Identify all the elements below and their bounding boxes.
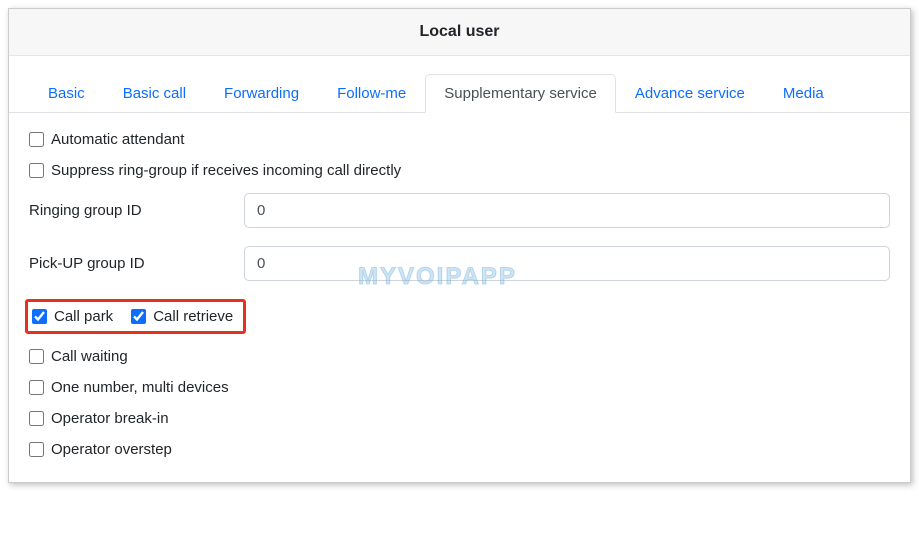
operator-break-in-checkbox[interactable] [29,411,44,426]
call-retrieve-label[interactable]: Call retrieve [153,308,233,325]
tab-forwarding[interactable]: Forwarding [205,74,318,113]
tab-supplementary-service[interactable]: Supplementary service [425,74,616,113]
tab-bar: Basic Basic call Forwarding Follow-me Su… [9,56,910,113]
one-number-multi-devices-label[interactable]: One number, multi devices [51,379,229,396]
suppress-ring-group-checkbox[interactable] [29,163,44,178]
operator-break-in-label[interactable]: Operator break-in [51,410,169,427]
tab-content: Automatic attendant Suppress ring-group … [9,113,910,482]
automatic-attendant-checkbox[interactable] [29,132,44,147]
call-retrieve-checkbox[interactable] [131,309,146,324]
suppress-ring-group-label[interactable]: Suppress ring-group if receives incoming… [51,162,401,179]
tab-basic[interactable]: Basic [29,74,104,113]
pickup-group-id-label: Pick-UP group ID [29,255,244,272]
tab-media[interactable]: Media [764,74,843,113]
operator-overstep-label[interactable]: Operator overstep [51,441,172,458]
automatic-attendant-label[interactable]: Automatic attendant [51,131,184,148]
tab-basic-call[interactable]: Basic call [104,74,205,113]
ringing-group-id-input[interactable] [244,193,890,228]
one-number-multi-devices-checkbox[interactable] [29,380,44,395]
call-park-checkbox[interactable] [32,309,47,324]
ringing-group-id-label: Ringing group ID [29,202,244,219]
call-waiting-label[interactable]: Call waiting [51,348,128,365]
local-user-panel: Local user Basic Basic call Forwarding F… [8,8,911,483]
pickup-group-id-input[interactable] [244,246,890,281]
operator-overstep-checkbox[interactable] [29,442,44,457]
highlight-box: Call park Call retrieve [25,299,246,334]
panel-title: Local user [9,9,910,56]
tab-advance-service[interactable]: Advance service [616,74,764,113]
call-waiting-checkbox[interactable] [29,349,44,364]
call-park-label[interactable]: Call park [54,308,113,325]
tab-follow-me[interactable]: Follow-me [318,74,425,113]
